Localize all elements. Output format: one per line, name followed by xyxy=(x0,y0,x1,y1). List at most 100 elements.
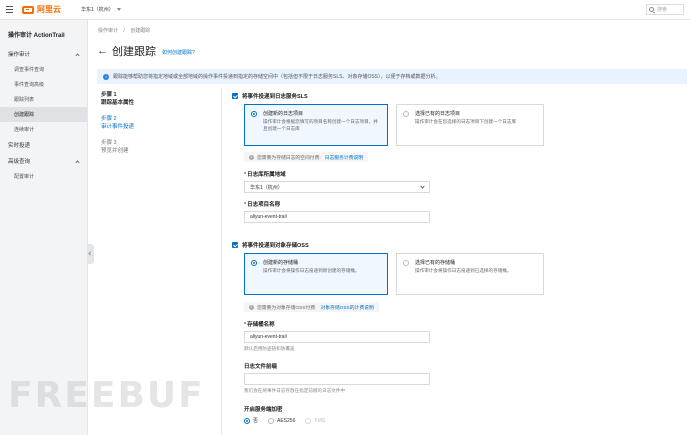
oss-bucket-label: *存储桶名称 xyxy=(244,322,275,328)
sidebar: 操作审计 ActionTrail 操作审计 调查事件查询 事件查询高级 跟踪列表… xyxy=(0,20,88,435)
step-3[interactable]: 步骤 3 预览并创建 xyxy=(101,138,221,154)
region-selector[interactable]: 华东1（杭州） xyxy=(81,6,121,13)
step-1[interactable]: 步骤 1 跟踪基本属性 xyxy=(101,90,221,106)
radio-icon xyxy=(403,111,409,117)
cost-text: 您需要为存储日志的空间付费: xyxy=(257,155,321,161)
checkbox-checked-icon xyxy=(232,93,238,99)
sidebar-group-label: 实时投递 xyxy=(8,143,31,149)
info-icon: i xyxy=(103,73,109,80)
aliyun-logo[interactable]: 阿里云 xyxy=(22,4,61,15)
breadcrumb: 操作审计 / 创建跟踪 xyxy=(98,27,154,34)
select-value: 华东1（杭州） xyxy=(250,184,283,191)
step-name: 审计事件投递 xyxy=(101,124,135,130)
step-label: 步骤 3 xyxy=(101,140,117,146)
card-description: 操作审计会根据您填写的项目名称创建一个日志项目，并且创建一个日志库 xyxy=(263,119,378,131)
option-label: KMS xyxy=(314,417,326,424)
region-label: 华东1（杭州） xyxy=(81,7,114,13)
sidebar-item-event-query[interactable]: 调查事件查询 xyxy=(0,62,87,77)
step-name: 预览并创建 xyxy=(101,148,129,154)
encryption-option-none[interactable]: 否 xyxy=(244,417,258,424)
breadcrumb-separator: / xyxy=(123,28,125,34)
help-link[interactable]: 如何创建跟踪? xyxy=(162,49,195,56)
label-text: 日志项目名称 xyxy=(247,202,281,208)
stepper: 步骤 1 跟踪基本属性 步骤 2 审计事件投递 步骤 3 预览并创建 xyxy=(101,90,221,162)
oss-prefix-hint: 我们会在将事件日志存放在指定前缀的日志文件中 xyxy=(244,388,346,393)
caret-down-icon xyxy=(116,8,121,11)
breadcrumb-item-audit[interactable]: 操作审计 xyxy=(98,28,118,34)
global-search-input[interactable]: 搜索 xyxy=(646,4,684,15)
breadcrumb-item-current: 创建跟踪 xyxy=(130,28,151,34)
sidebar-item-create-trail[interactable]: 创建跟踪 xyxy=(0,107,87,122)
sls-pricing-link[interactable]: 日志服务计费说明 xyxy=(325,154,363,161)
encryption-radio-group: 否 AES256 KMS xyxy=(244,417,335,424)
sls-existing-project-card[interactable]: 选择已有的日志项目 操作审计会在您选择的日志项目下创建一个日志库 xyxy=(396,104,544,146)
sidebar-group-advanced[interactable]: 高级查询 xyxy=(0,153,87,169)
info-icon: i xyxy=(249,154,254,160)
chevron-down-icon xyxy=(420,184,425,189)
label-text: 日志库所属地域 xyxy=(247,172,286,178)
card-title: 选择已有的日志项目 xyxy=(415,111,461,117)
step-divider xyxy=(221,88,222,435)
card-title: 选择已有的存储桶 xyxy=(415,260,456,266)
option-label: AES256 xyxy=(277,417,296,424)
sls-checkbox[interactable]: 将事件投递到日志服务SLS xyxy=(232,92,308,100)
radio-selected-icon xyxy=(251,111,257,117)
oss-pricing-link[interactable]: 对象存储OSS的计费说明 xyxy=(320,304,373,311)
oss-bucket-input[interactable]: aliyun-event-trail xyxy=(244,331,430,343)
chevron-up-icon xyxy=(75,52,80,58)
sidebar-item-config-audit[interactable]: 配置审计 xyxy=(0,169,87,184)
encryption-label: 开启服务端加密 xyxy=(244,405,283,413)
info-icon: i xyxy=(249,304,254,310)
radio-icon xyxy=(268,417,275,424)
sidebar-group-label: 操作审计 xyxy=(8,52,31,58)
encryption-option-aes256[interactable]: AES256 xyxy=(268,417,296,424)
freebuf-watermark: FREEBUF xyxy=(8,375,205,416)
oss-checkbox[interactable]: 将事件投递到对象存储OSS xyxy=(232,241,309,249)
oss-checkbox-label: 将事件投递到对象存储OSS xyxy=(242,243,309,249)
search-placeholder: 搜索 xyxy=(657,7,668,13)
sls-region-label: *日志库所属地域 xyxy=(244,172,286,178)
sls-project-label: *日志项目名称 xyxy=(244,202,281,208)
card-title: 创建新的日志项目 xyxy=(263,111,304,117)
card-description: 操作审计会将操作日志投递到新创建的存储桶。 xyxy=(263,268,360,273)
card-description: 操作审计会将操作日志投递到已选择的存储桶。 xyxy=(415,268,512,273)
step-label: 步骤 2 xyxy=(101,116,117,122)
cost-text: 您需要为对象存储OSS付费: xyxy=(257,305,317,311)
main-content: 操作审计 / 创建跟踪 ← 创建跟踪 如何创建跟踪? i 跟踪能够帮助您将指定地… xyxy=(89,20,690,435)
radio-selected-icon xyxy=(251,260,257,266)
sls-new-project-card[interactable]: 创建新的日志项目 操作审计会根据您填写的项目名称创建一个日志项目，并且创建一个日… xyxy=(244,104,388,146)
back-arrow-icon[interactable]: ← xyxy=(97,45,108,57)
sidebar-group-label: 高级查询 xyxy=(8,159,31,165)
notice-text: 跟踪能够帮助您将指定地域或全部地域的操作事件投递到指定的存储空间中（包括但不限于… xyxy=(113,74,441,80)
sidebar-item-continuous-audit[interactable]: 连续审计 xyxy=(0,122,87,137)
search-icon xyxy=(649,7,654,12)
oss-prefix-input[interactable] xyxy=(244,373,430,385)
checkbox-checked-icon xyxy=(232,242,238,248)
chevron-up-icon xyxy=(75,159,80,165)
card-title: 创建新的存储桶 xyxy=(263,260,299,266)
page-title: 创建跟踪 xyxy=(112,46,156,58)
option-label: 否 xyxy=(253,418,259,424)
step-name: 跟踪基本属性 xyxy=(101,100,135,106)
sls-region-select[interactable]: 华东1（杭州） xyxy=(244,181,430,193)
label-text: 存储桶名称 xyxy=(247,322,275,328)
oss-new-bucket-card[interactable]: 创建新的存储桶 操作审计会将操作日志投递到新创建的存储桶。 xyxy=(244,253,388,295)
sidebar-group-realtime[interactable]: 实时投递 xyxy=(0,137,87,153)
sidebar-item-advanced-query[interactable]: 事件查询高级 xyxy=(0,77,87,92)
sls-cost-tip: i 您需要为存储日志的空间付费: 日志服务计费说明 xyxy=(244,152,369,162)
top-navigation-bar: 阿里云 华东1（杭州） 搜索 xyxy=(0,0,690,20)
oss-prefix-label: 日志文件前缀 xyxy=(244,362,277,370)
label-text: 日志文件前缀 xyxy=(244,364,278,370)
radio-icon xyxy=(403,260,409,266)
oss-existing-bucket-card[interactable]: 选择已有的存储桶 操作审计会将操作日志投递到已选择的存储桶。 xyxy=(396,253,544,295)
step-2[interactable]: 步骤 2 审计事件投递 xyxy=(101,114,221,130)
encryption-option-kms: KMS xyxy=(305,417,326,424)
radio-disabled-icon xyxy=(305,417,312,424)
sidebar-item-trail-list[interactable]: 跟踪列表 xyxy=(0,92,87,107)
sls-project-input[interactable]: aliyun-event-trail xyxy=(244,211,430,223)
menu-icon[interactable] xyxy=(2,0,16,20)
sls-checkbox-label: 将事件投递到日志服务SLS xyxy=(242,94,308,100)
sidebar-group-audit[interactable]: 操作审计 xyxy=(0,46,87,62)
info-notice: i 跟踪能够帮助您将指定地域或全部地域的操作事件投递到指定的存储空间中（包括但不… xyxy=(97,69,687,84)
oss-bucket-hint: 默认启用防盗链和防覆盖 xyxy=(244,346,295,351)
